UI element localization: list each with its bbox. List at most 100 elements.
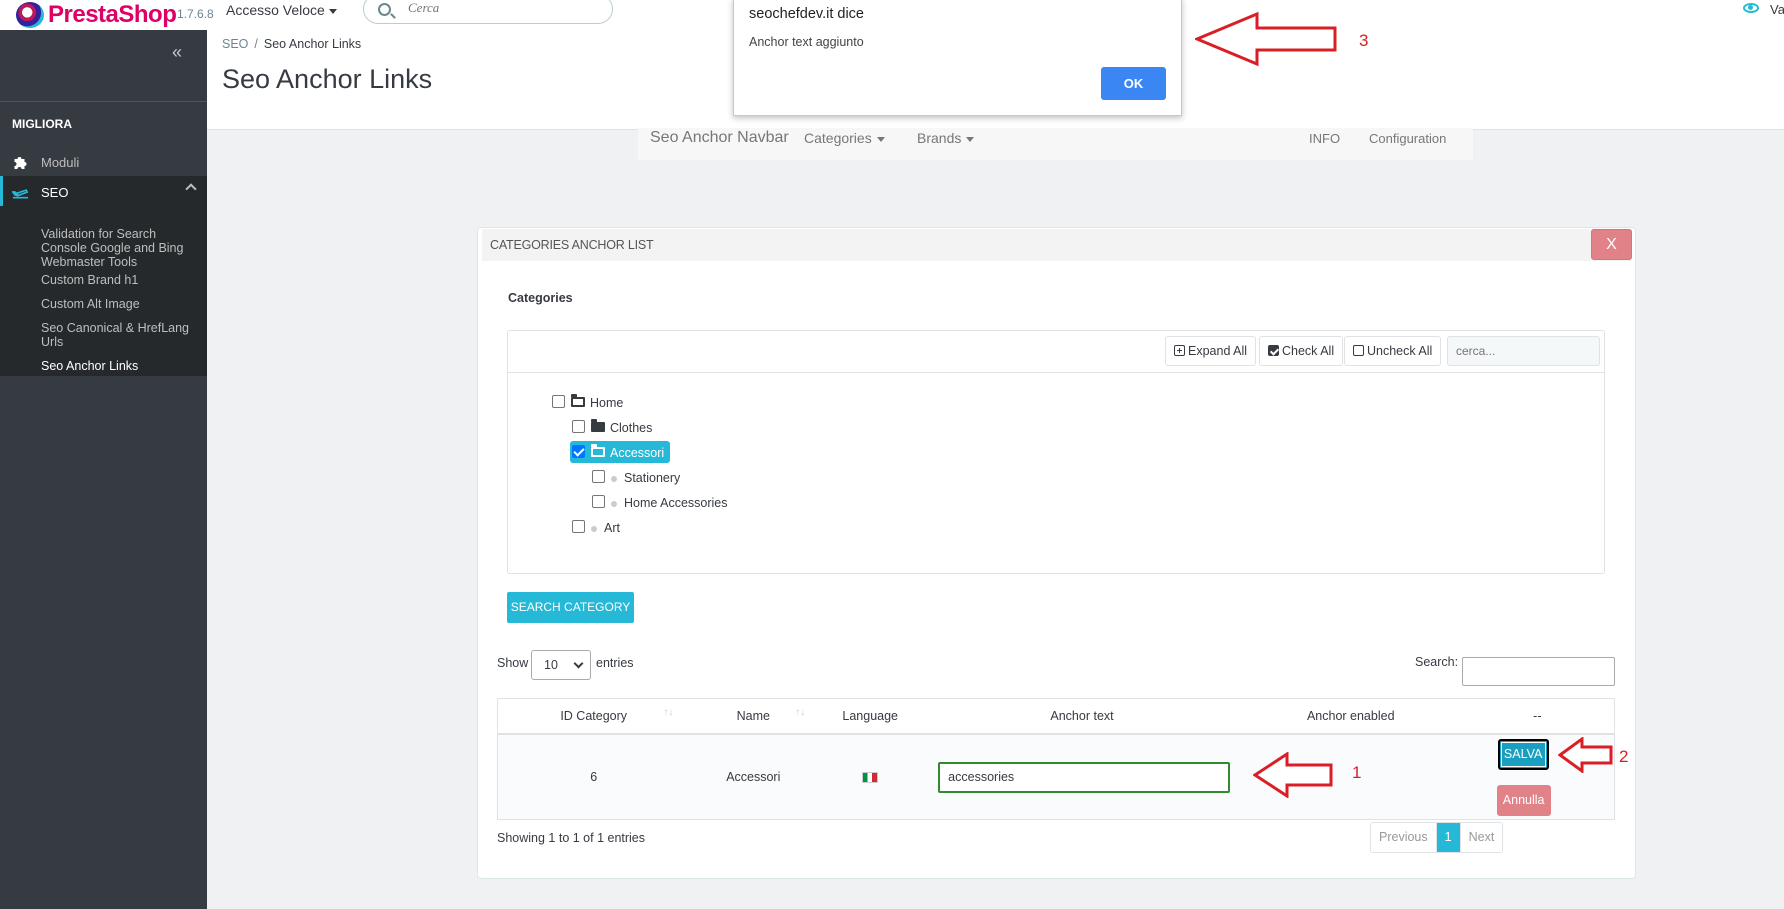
entries-label: entries — [596, 656, 634, 670]
tree-node-label: Home — [590, 396, 624, 410]
sort-icon: ↑↓ — [795, 707, 806, 718]
alert-dialog: seochefdev.it dice Anchor text aggiunto … — [733, 0, 1182, 116]
tree-checkbox[interactable] — [572, 445, 585, 458]
tree-checkbox[interactable] — [592, 470, 605, 483]
breadcrumb-current: Seo Anchor Links — [263, 37, 362, 51]
table-search-input[interactable] — [1462, 657, 1615, 686]
uncheck-all-label: Uncheck All — [1367, 344, 1433, 358]
column-label: Anchor enabled — [1306, 708, 1395, 723]
tree-node-label: Clothes — [610, 421, 653, 435]
sort-icon: ↑↓ — [663, 707, 674, 718]
column-header-id[interactable]: ID Category ↑↓ — [497, 698, 690, 735]
dialog-message: Anchor text aggiunto — [749, 35, 864, 49]
caret-down-icon — [966, 136, 975, 142]
tree-toolbar: Expand All Check All Uncheck All — [508, 331, 1604, 373]
plane-icon — [12, 189, 29, 199]
column-label: -- — [1533, 708, 1542, 723]
tree-checkbox[interactable] — [552, 395, 565, 408]
sidebar-item-label: Moduli — [41, 155, 80, 170]
cell-name: Accessori — [689, 733, 818, 820]
uncheck-all-button[interactable]: Uncheck All — [1344, 336, 1442, 366]
view-shop-link[interactable]: Va — [1770, 2, 1784, 17]
bullet-icon — [611, 501, 617, 507]
navbar-configuration-link[interactable]: Configuration — [1369, 131, 1446, 146]
current-page-button[interactable]: 1 — [1436, 823, 1460, 852]
column-label: Language — [842, 708, 899, 723]
annotation-number-2: 2 — [1619, 747, 1629, 766]
column-label: ID Category — [560, 708, 628, 723]
logo-text-1: Presta — [48, 1, 119, 28]
save-button[interactable]: SALVA — [1497, 738, 1549, 770]
search-category-button[interactable]: SEARCH CATEGORY — [507, 592, 634, 623]
italian-flag-icon — [862, 771, 879, 783]
tree-checkbox[interactable] — [572, 520, 585, 533]
annotation-arrow-2 — [1558, 737, 1613, 773]
submenu-item-custom-alt[interactable]: Custom Alt Image — [41, 297, 201, 311]
tree-checkbox[interactable] — [592, 495, 605, 508]
cancel-button[interactable]: Annulla — [1496, 784, 1551, 816]
sidebar-item-label: SEO — [41, 185, 69, 200]
page-size-select[interactable]: 10 — [531, 650, 591, 680]
version-label: 1.7.6.8 — [177, 7, 214, 21]
folder-open-icon — [571, 394, 585, 407]
dialog-title: seochefdev.it dice — [749, 6, 864, 22]
page-title: Seo Anchor Links — [222, 64, 433, 94]
tree-search-input[interactable] — [1447, 336, 1600, 366]
submenu-item-canonical[interactable]: Seo Canonical & HrefLang Urls — [41, 321, 201, 349]
navbar-brands-dropdown[interactable]: Brands — [917, 130, 975, 146]
column-label: Anchor text — [1050, 708, 1114, 723]
column-header-anchor-enabled: Anchor enabled — [1240, 698, 1461, 735]
submenu-item-validation[interactable]: Validation for Search Console Google and… — [41, 227, 201, 269]
expand-all-label: Expand All — [1188, 344, 1248, 358]
header-search-input[interactable] — [408, 0, 598, 16]
submenu-item-anchor-links[interactable]: Seo Anchor Links — [41, 359, 201, 373]
categories-label: Categories — [508, 291, 573, 305]
annotation-arrow-3 — [1195, 11, 1337, 67]
pagination: Previous 1 Next — [1370, 822, 1504, 853]
header-search[interactable] — [363, 0, 613, 24]
puzzle-icon — [14, 157, 27, 169]
breadcrumb: SEO / Seo Anchor Links — [222, 37, 361, 51]
quick-access-dropdown[interactable]: Accesso Veloce — [226, 2, 337, 18]
breadcrumb-separator: / — [254, 37, 258, 51]
next-page-button[interactable]: Next — [1459, 823, 1503, 852]
cell-anchor-text — [923, 733, 1241, 820]
chevron-up-icon — [185, 183, 197, 195]
submenu-item-custom-brand[interactable]: Custom Brand h1 — [41, 273, 201, 287]
check-all-button[interactable]: Check All — [1259, 336, 1344, 366]
table-search-label: Search: — [1415, 655, 1459, 669]
sidebar: « MIGLIORA Moduli SEO Validation for Sea… — [0, 30, 207, 909]
quick-access-label: Accesso Veloce — [226, 2, 325, 18]
collapse-sidebar-icon[interactable]: « — [172, 42, 182, 63]
previous-page-button[interactable]: Previous — [1371, 823, 1437, 852]
panel-title: CATEGORIES ANCHOR LIST — [490, 238, 654, 252]
search-icon — [378, 3, 391, 16]
module-navbar: Seo Anchor Navbar Categories Brands INFO… — [638, 128, 1473, 160]
close-panel-button[interactable]: X — [1591, 229, 1632, 260]
folder-open-icon — [591, 444, 605, 457]
folder-icon — [591, 419, 605, 432]
dialog-ok-button[interactable]: OK — [1101, 67, 1166, 100]
navbar-brand[interactable]: Seo Anchor Navbar — [650, 129, 789, 147]
navbar-info-link[interactable]: INFO — [1309, 131, 1340, 146]
anchor-text-input[interactable] — [938, 761, 1231, 793]
breadcrumb-parent[interactable]: SEO — [222, 37, 248, 51]
eye-icon[interactable] — [1743, 3, 1759, 13]
expand-all-button[interactable]: Expand All — [1165, 336, 1257, 366]
sidebar-item-seo[interactable]: SEO — [0, 176, 207, 208]
caret-down-icon — [876, 136, 885, 142]
bullet-icon — [611, 476, 617, 482]
navbar-categories-label: Categories — [804, 130, 872, 146]
tree-node-label: Art — [604, 521, 620, 535]
tree-checkbox[interactable] — [572, 420, 585, 433]
unchecked-box-icon — [1353, 345, 1364, 356]
column-header-anchor-text: Anchor text — [923, 698, 1241, 735]
check-all-label: Check All — [1282, 344, 1335, 358]
column-label: Name — [736, 708, 770, 723]
show-label: Show — [497, 656, 529, 670]
column-header-name[interactable]: Name ↑↓ — [689, 698, 818, 735]
sidebar-item-moduli[interactable]: Moduli — [0, 146, 207, 178]
prestashop-logo[interactable]: PrestaShop — [16, 0, 177, 30]
navbar-categories-dropdown[interactable]: Categories — [804, 130, 885, 146]
cell-id: 6 — [497, 733, 690, 820]
